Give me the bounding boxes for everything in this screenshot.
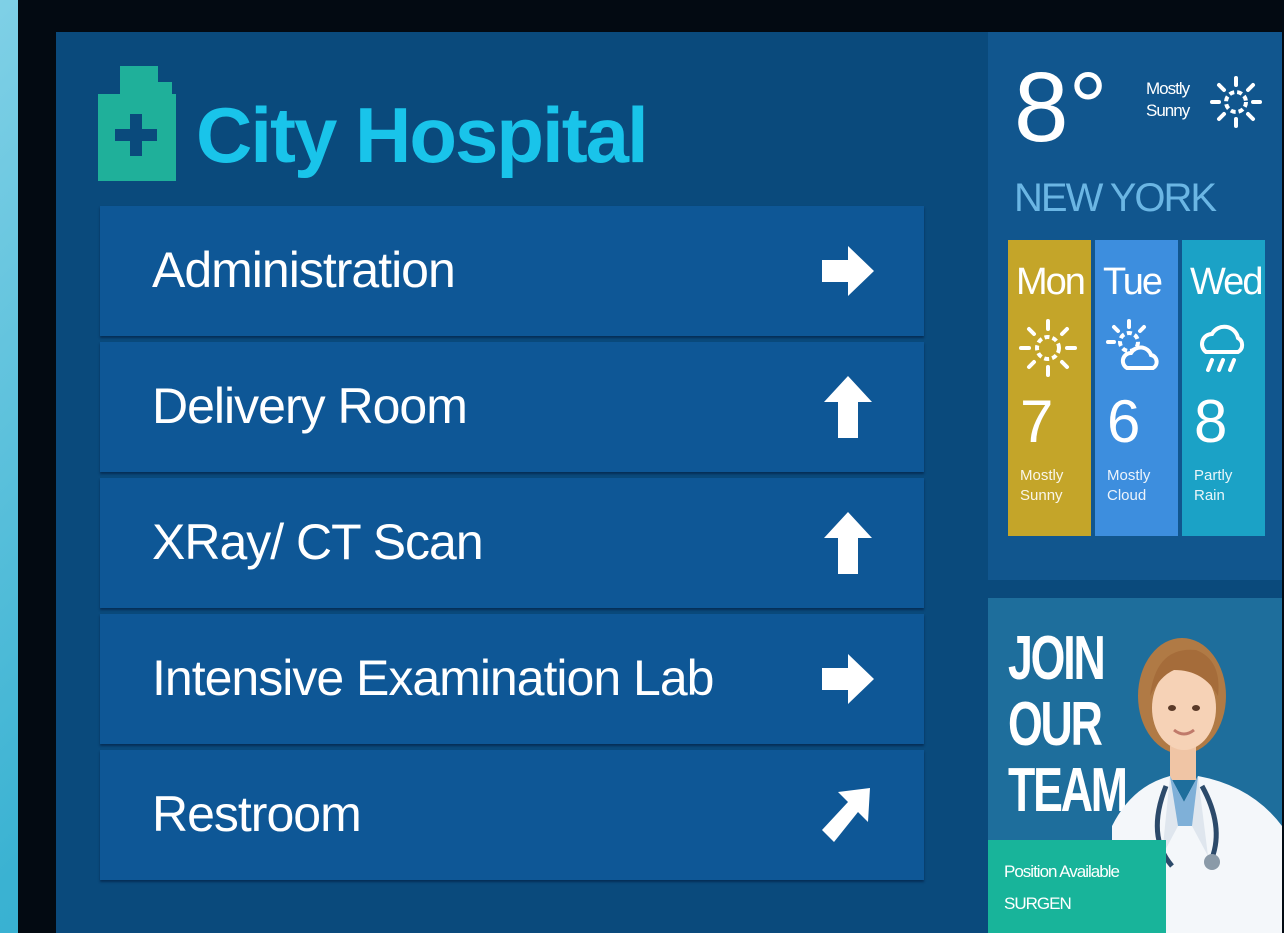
menu-item-label: Intensive Examination Lab — [152, 650, 714, 706]
forecast-day-mon: Mon 7 Mostly Sunny — [1008, 240, 1091, 536]
position-label: Position Available — [1004, 862, 1120, 881]
sun-icon — [1210, 76, 1262, 128]
menu-item-label: Administration — [152, 242, 456, 298]
forecast-day-wed: Wed 8 Partly Rain — [1182, 240, 1265, 536]
weather-widget: 8° Mostly Sunny NEW YORK Mon 7 Mostly Su… — [988, 32, 1282, 580]
menu-item-restroom[interactable]: Restroom — [100, 750, 924, 880]
arrow-up-icon — [824, 512, 872, 574]
forecast-temp: 8 — [1194, 388, 1228, 455]
menu-item-label: Delivery Room — [152, 378, 468, 434]
signage-screen: City Hospital Administration Delivery Ro… — [56, 32, 1282, 933]
position-available-box: Position Available SURGEN — [988, 840, 1166, 933]
arrow-up-icon — [824, 376, 872, 438]
display-bezel: City Hospital Administration Delivery Ro… — [18, 0, 1284, 933]
directory-menu: Administration Delivery Room XRay/ CT Sc… — [100, 206, 924, 886]
arrow-up-right-icon — [822, 788, 870, 842]
rain-icon — [1200, 324, 1245, 372]
menu-item-xray-ct-scan[interactable]: XRay/ CT Scan — [100, 478, 924, 608]
position-value: SURGEN — [1004, 894, 1072, 913]
current-temperature: 8° — [1014, 52, 1108, 162]
menu-item-administration[interactable]: Administration — [100, 206, 924, 336]
arrow-right-icon — [822, 654, 874, 704]
menu-item-intensive-examination-lab[interactable]: Intensive Examination Lab — [100, 614, 924, 744]
forecast-temp: 7 — [1020, 388, 1054, 455]
sun-icon — [1019, 319, 1077, 377]
forecast-day-name: Tue — [1103, 261, 1163, 303]
join-title: JOIN OUR TEAM — [1008, 624, 1128, 825]
arrow-right-icon — [822, 246, 874, 296]
current-condition: Mostly Sunny — [1146, 79, 1190, 120]
sun-cloud-icon — [1106, 319, 1159, 370]
menu-item-label: Restroom — [152, 786, 362, 842]
forecast-desc: Mostly Sunny — [1020, 467, 1064, 504]
forecast-day-tue: Tue 6 Mostly Cloud — [1095, 240, 1178, 536]
forecast-day-name: Wed — [1190, 261, 1263, 303]
join-our-team-banner[interactable]: JOIN OUR TEAM Position Available SURGEN — [988, 598, 1282, 933]
forecast-temp: 6 — [1107, 388, 1141, 455]
forecast-desc: Mostly Cloud — [1107, 467, 1151, 504]
hospital-cross-icon — [98, 66, 176, 181]
hospital-title: City Hospital — [196, 91, 649, 179]
menu-item-delivery-room[interactable]: Delivery Room — [100, 342, 924, 472]
menu-item-label: XRay/ CT Scan — [152, 514, 484, 570]
forecast-strip: Mon 7 Mostly Sunny Tue 6 Mostly Cloud We… — [1008, 240, 1265, 536]
forecast-desc: Partly Rain — [1194, 467, 1233, 504]
city-name: NEW YORK — [1014, 176, 1217, 220]
forecast-day-name: Mon — [1016, 261, 1086, 303]
